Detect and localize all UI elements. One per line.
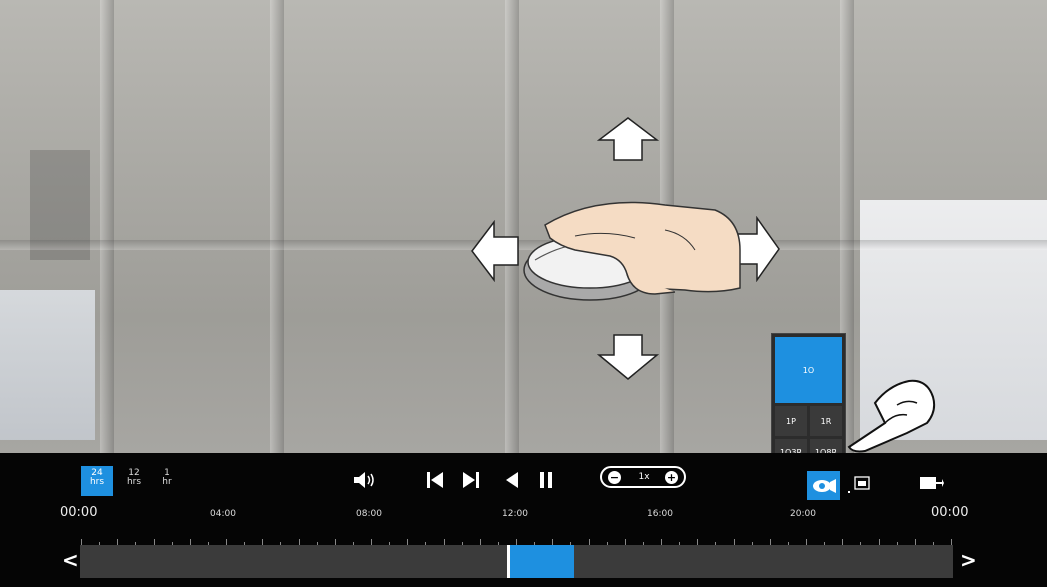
range-12hrs-button[interactable]: 12 hrs (120, 466, 148, 496)
timeline-tick (951, 539, 952, 545)
timeline-tick (497, 542, 499, 545)
reverse-play-icon[interactable] (505, 471, 519, 489)
stream-option-1r[interactable]: 1R (810, 406, 842, 436)
timeline-start-label: 00:00 (60, 505, 98, 520)
timeline-tick (806, 539, 807, 545)
range-24hrs-button[interactable]: 24 hrs (81, 466, 113, 496)
timeline-tick (334, 539, 336, 545)
speed-increase-button[interactable]: + (665, 471, 678, 484)
timeline-tick (153, 539, 155, 545)
playback-window: 1O 1P 1R 1O3R 1O8R 24 hrs 12 hrs 1 hr − … (0, 0, 1047, 587)
timeline-tick (624, 539, 626, 545)
timeline-tick (389, 542, 391, 545)
timeline-tick (262, 539, 264, 545)
eye-icon (813, 479, 836, 493)
pause-icon[interactable] (538, 470, 554, 490)
snapshot-icon[interactable] (846, 474, 874, 498)
timeline-tick (733, 539, 735, 545)
skip-start-icon[interactable] (426, 470, 444, 490)
stream-option-1p[interactable]: 1P (775, 406, 807, 436)
timeline-tick (171, 542, 173, 545)
timeline-tick (352, 542, 354, 545)
timeline-tick (298, 539, 300, 545)
timeline-tick (207, 542, 209, 545)
timeline-next-button[interactable]: > (960, 548, 977, 572)
timeline-tick (443, 539, 445, 545)
timeline-tick (661, 539, 662, 545)
timeline-tick (751, 542, 753, 545)
timeline-tick (697, 539, 699, 545)
timeline-tick (99, 542, 101, 545)
timeline-tick (407, 539, 409, 545)
camera-view[interactable]: 1O 1P 1R 1O3R 1O8R (0, 0, 1047, 453)
wall-seam (270, 0, 284, 453)
timeline-tick (896, 542, 898, 545)
timeline-hour-label: 16:00 (647, 509, 673, 519)
speed-value: 1x (638, 472, 650, 482)
timeline-tick (479, 539, 481, 545)
timeline-tick (461, 542, 463, 545)
wall-seam (100, 0, 114, 453)
timeline-tick (425, 542, 427, 545)
timeline-tick (117, 539, 119, 545)
timeline-hour-label: 08:00 (356, 509, 382, 519)
stream-option-1o[interactable]: 1O (775, 337, 842, 403)
mouse-hand-illustration (523, 201, 741, 301)
stream-select-popup: 1O 1P 1R 1O3R 1O8R (771, 333, 846, 453)
speed-decrease-button[interactable]: − (608, 471, 621, 484)
timeline-tick (769, 539, 771, 545)
timeline-end-label: 00:00 (931, 505, 969, 520)
timeline-tick (135, 542, 137, 545)
timeline-tick (189, 539, 191, 545)
timeline-tick (787, 542, 789, 545)
speed-control: − 1x + (600, 466, 686, 488)
export-icon[interactable] (918, 473, 944, 493)
background-window-left (0, 290, 95, 440)
timeline-tick (606, 542, 608, 545)
timeline-tick (842, 539, 844, 545)
timeline-hour-label: 20:00 (790, 509, 816, 519)
arrow-left-icon (471, 220, 519, 282)
volume-icon[interactable] (352, 471, 376, 489)
timeline-tick (932, 542, 934, 545)
timeline-tick (715, 542, 717, 545)
stream-select-button[interactable] (807, 471, 840, 500)
arrow-down-icon (597, 334, 659, 380)
timeline-recording-segment[interactable] (507, 545, 574, 578)
stream-option-1o8r[interactable]: 1O8R (810, 439, 842, 453)
range-unit: hrs (89, 477, 105, 487)
timeline-tick (914, 539, 916, 545)
timeline-tick (860, 542, 862, 545)
timeline-tick (878, 539, 880, 545)
timeline-hour-label: 04:00 (210, 509, 236, 519)
timeline-tick (316, 542, 318, 545)
timeline-tick (824, 542, 826, 545)
timeline-tick (371, 539, 372, 545)
timeline-tick (642, 542, 644, 545)
timeline-hour-label: 12:00 (502, 509, 528, 519)
timeline-tick (679, 542, 681, 545)
timeline-tick (588, 539, 590, 545)
arrow-up-icon (597, 117, 659, 161)
timeline-cursor[interactable] (507, 545, 510, 578)
skip-end-icon[interactable] (462, 470, 480, 490)
timeline-tick (244, 542, 246, 545)
range-1hr-button[interactable]: 1 hr (155, 466, 179, 496)
range-unit: hrs (126, 477, 142, 487)
range-unit: hr (162, 477, 172, 487)
pointing-hand-illustration (847, 379, 936, 453)
stream-option-1o3r[interactable]: 1O3R (775, 439, 807, 453)
timeline-tick (81, 539, 82, 545)
timeline-tick (280, 542, 282, 545)
timeline-prev-button[interactable]: < (62, 548, 79, 572)
timeline-tick (226, 539, 227, 545)
